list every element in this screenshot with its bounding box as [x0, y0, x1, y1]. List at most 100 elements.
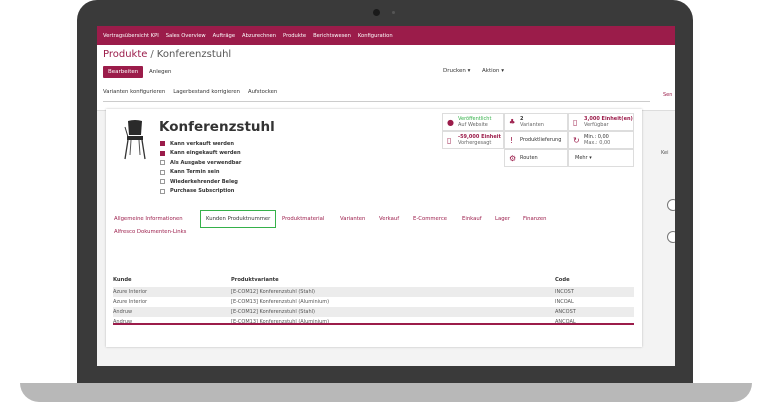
column-header-code[interactable]: Code — [555, 277, 570, 283]
nav-item-products[interactable]: Produkte — [283, 33, 306, 39]
option-can-be-purchased: Kann eingekauft werden — [160, 149, 241, 159]
action-dropdown[interactable]: Aktion ▾ — [482, 68, 504, 74]
product-image[interactable] — [118, 117, 152, 161]
tab-sales[interactable]: Verkauf — [379, 216, 399, 222]
edit-button[interactable]: Bearbeiten — [103, 66, 144, 78]
checkbox[interactable] — [160, 169, 165, 175]
checkbox[interactable] — [160, 188, 165, 194]
building-icon: ▯ — [447, 136, 452, 145]
create-button[interactable]: Anlegen — [146, 66, 175, 78]
replenish-button[interactable]: Aufstocken — [248, 89, 277, 101]
tab-alfresco-documents[interactable]: Alfresco Dokumenten-Links — [114, 229, 186, 235]
refresh-icon: ↻ — [573, 136, 580, 145]
option-recurring-invoice: Wiederkehrender Beleg — [160, 177, 241, 187]
checkbox[interactable] — [160, 150, 165, 156]
option-label: Wiederkehrender Beleg — [170, 178, 238, 185]
nav-item-kpi[interactable]: Vertragsübersicht KPI — [103, 33, 159, 39]
form-header-buttons: Varianten konfigurieren Lagerbestand kor… — [103, 89, 285, 101]
cell-code: INCOST — [555, 289, 574, 295]
top-navigation: Vertragsübersicht KPI Sales Overview Auf… — [97, 26, 675, 45]
table-row[interactable]: Azure Interior [E-COM12] Konferenzstuhl … — [113, 287, 634, 297]
variants-button[interactable]: ♣ 2 Varianten — [504, 113, 568, 131]
tab-variants[interactable]: Varianten — [340, 216, 365, 222]
smart-button-value: Mehr ▾ — [575, 155, 592, 161]
product-options: Kann verkauft werden Kann eingekauft wer… — [160, 139, 241, 196]
table-row[interactable]: Azure Interior [E-COM13] Konferenzstuhl … — [113, 297, 634, 307]
nav-item-reporting[interactable]: Berichtswesen — [313, 33, 351, 39]
chatter-label: Kei — [661, 150, 669, 156]
cell-variant: [E-COM13] Konferenzstuhl (Aluminium) — [231, 299, 330, 305]
smart-button-label: Max.: 0,00 — [584, 140, 611, 146]
forecast-button[interactable]: ▯ -59,000 Einheit Vorhergesagt — [442, 131, 504, 149]
cell-customer: Azure Interior — [113, 299, 148, 305]
send-message-button[interactable]: Sen — [663, 92, 672, 98]
globe-icon: ● — [447, 118, 454, 127]
checkbox[interactable] — [160, 179, 165, 185]
breadcrumb: Produkte / Konferenzstuhl — [103, 49, 231, 60]
tab-accounting[interactable]: Finanzen — [523, 216, 547, 222]
column-header-variant[interactable]: Produktvariante — [231, 277, 279, 283]
cell-customer: Azure Interior — [113, 289, 148, 295]
smart-button-label: Vorhergesagt — [458, 140, 492, 146]
option-label: Kann eingekauft werden — [170, 150, 241, 157]
tab-customer-product-number[interactable]: Kunden Produktnummer — [200, 210, 277, 228]
option-label: Kann Termin sein — [170, 169, 220, 176]
qty-available-button[interactable]: ▯ 3,000 Einheit(en) Verfügbar — [568, 113, 634, 131]
checkbox[interactable] — [160, 141, 165, 147]
form-sheet: Konferenzstuhl Kann verkauft werden Kann… — [106, 109, 642, 347]
tab-product-material[interactable]: Produktmaterial — [282, 216, 324, 222]
website-published-button[interactable]: ● Veröffentlicht Auf Website — [442, 113, 504, 131]
option-can-be-expensed: Als Ausgabe verwendbar — [160, 158, 241, 168]
smart-button-label: Varianten — [520, 122, 544, 128]
camera-icon — [373, 9, 380, 16]
sitemap-icon: ♣ — [509, 118, 516, 126]
tab-purchase[interactable]: Einkauf — [462, 216, 482, 222]
more-dropdown[interactable]: Mehr ▾ — [568, 149, 634, 167]
building-icon: ▯ — [573, 118, 578, 127]
update-quantity-button[interactable]: Lagerbestand korrigieren — [173, 89, 240, 101]
print-dropdown[interactable]: Drucken ▾ — [443, 68, 470, 74]
option-purchase-subscription: Purchase Subscription — [160, 187, 241, 197]
checkbox[interactable] — [160, 160, 165, 166]
cell-customer: Andruw — [113, 309, 133, 315]
routes-button[interactable]: ⚙ Routen — [504, 149, 568, 167]
smart-button-label: Verfügbar — [584, 122, 609, 128]
screen: Vertragsübersicht KPI Sales Overview Auf… — [97, 26, 675, 366]
laptop-base — [20, 383, 752, 402]
cell-code: INCOAL — [555, 299, 574, 305]
option-can-be-sold: Kann verkauft werden — [160, 139, 241, 149]
cogs-icon: ⚙ — [509, 154, 517, 163]
product-name: Konferenzstuhl — [159, 119, 275, 135]
breadcrumb-separator: / — [150, 49, 154, 60]
chatter-avatar[interactable] — [667, 199, 675, 211]
nav-item-configuration[interactable]: Konfiguration — [358, 33, 393, 39]
table-row[interactable]: Andruw [E-COM13] Konferenzstuhl (Alumini… — [113, 317, 634, 327]
cell-code: ANCOST — [555, 309, 576, 315]
camera-sensor — [392, 11, 395, 14]
option-label: Als Ausgabe verwendbar — [170, 159, 242, 166]
reordering-rules-button[interactable]: ↻ Min.: 0,00 Max.: 0,00 — [568, 131, 634, 149]
tab-inventory[interactable]: Lager — [495, 216, 510, 222]
nav-item-orders[interactable]: Aufträge — [213, 33, 235, 39]
smart-button-value: Produktlieferung — [520, 137, 562, 143]
smart-button-value: Routen — [520, 155, 538, 161]
breadcrumb-products-link[interactable]: Produkte — [103, 49, 147, 60]
tab-ecommerce[interactable]: E-Commerce — [413, 216, 447, 222]
option-can-be-appointment: Kann Termin sein — [160, 168, 241, 178]
divider — [103, 101, 650, 102]
cell-variant: [E-COM12] Konferenzstuhl (Stahl) — [231, 289, 316, 295]
chatter-avatar[interactable] — [667, 231, 675, 243]
configure-variants-button[interactable]: Varianten konfigurieren — [103, 89, 165, 101]
tab-general-information[interactable]: Allgemeine Informationen — [114, 216, 183, 222]
breadcrumb-current: Konferenzstuhl — [156, 49, 232, 60]
nav-item-to-invoice[interactable]: Abzurechnen — [242, 33, 276, 39]
table-row[interactable]: Andruw [E-COM12] Konferenzstuhl (Stahl) … — [113, 307, 634, 317]
product-supply-button[interactable]: ! Produktlieferung — [504, 131, 568, 149]
smart-button-label: Auf Website — [458, 122, 488, 128]
column-header-customer[interactable]: Kunde — [113, 277, 132, 283]
option-label: Kann verkauft werden — [170, 140, 234, 147]
option-label: Purchase Subscription — [170, 188, 235, 195]
exclamation-icon: ! — [510, 136, 514, 145]
table-footer-line — [113, 323, 634, 325]
nav-item-sales-overview[interactable]: Sales Overview — [166, 33, 206, 39]
